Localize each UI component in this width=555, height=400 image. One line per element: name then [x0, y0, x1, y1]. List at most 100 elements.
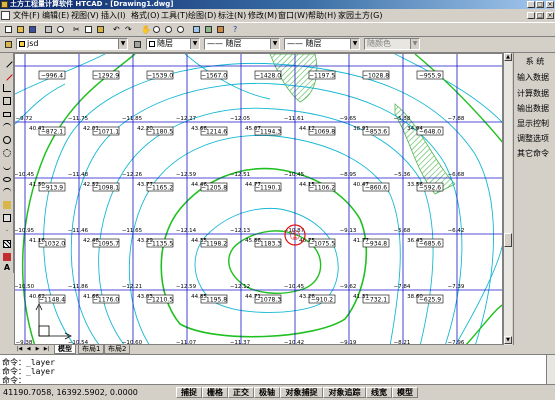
tool-palette-icon[interactable] — [215, 24, 226, 35]
tab-layout2[interactable]: 布局2 — [104, 345, 131, 354]
toggle-model[interactable]: 模型 — [392, 387, 418, 398]
chevron-down-icon: ▼ — [190, 39, 199, 49]
layer-manager-icon[interactable] — [3, 39, 14, 50]
save-icon[interactable] — [27, 24, 38, 35]
new-icon[interactable] — [3, 24, 14, 35]
tab-first-icon[interactable]: |◀ — [16, 346, 23, 353]
zoom-window-icon[interactable] — [163, 24, 174, 35]
point-height-label: −11.65 — [122, 228, 143, 234]
menu-file[interactable]: 文件(F) — [13, 10, 40, 21]
panel-adjust-options[interactable]: 调整选项 — [517, 133, 549, 144]
mtext-icon[interactable]: A — [2, 263, 12, 273]
lineweight-combo[interactable]: —— 随层 ▼ — [284, 38, 360, 50]
panel-calc-data[interactable]: 计算数据 — [517, 88, 549, 99]
line-icon[interactable] — [1, 56, 13, 68]
circle-icon[interactable] — [2, 135, 12, 145]
pan-icon[interactable]: ✋ — [139, 24, 151, 35]
toggle-snap[interactable]: 捕捉 — [176, 387, 202, 398]
doc-restore-button[interactable]: □ — [536, 12, 544, 19]
close-button[interactable]: × — [546, 1, 554, 8]
panel-other-commands[interactable]: 其它命令 — [517, 148, 549, 159]
region-icon[interactable] — [2, 252, 12, 262]
tab-layout1[interactable]: 布局1 — [78, 345, 105, 354]
insert-block-icon[interactable] — [2, 200, 12, 210]
menu-draw[interactable]: 绘图(D) — [188, 10, 216, 21]
properties-icon[interactable] — [191, 24, 202, 35]
menu-help[interactable]: 帮助(H) — [308, 10, 336, 21]
title-bar: 土方工程量计算软件 HTCAD - [Drawing1.dwg] _ □ × — [0, 0, 555, 9]
zoom-previous-icon[interactable] — [175, 24, 186, 35]
make-block-icon[interactable] — [2, 213, 12, 223]
toggle-polar[interactable]: 极轴 — [254, 387, 280, 398]
toggle-otrack[interactable]: 对象追踪 — [323, 387, 366, 398]
elevation-label: 40.47 — [353, 182, 369, 188]
polyline-icon[interactable] — [2, 83, 12, 93]
point-icon[interactable]: · — [2, 226, 12, 236]
doc-minimize-button[interactable]: _ — [527, 12, 535, 19]
polygon-icon[interactable] — [2, 96, 12, 106]
tab-next-icon[interactable]: ▶ — [34, 346, 41, 353]
maximize-button[interactable]: □ — [536, 1, 544, 8]
vertical-scrollbar[interactable]: ▲ ▼ — [503, 53, 512, 345]
command-scrollbar[interactable] — [546, 355, 555, 384]
arc-icon[interactable] — [2, 122, 12, 132]
hatch-icon[interactable] — [2, 239, 12, 249]
menu-modify[interactable]: 修改(M) — [248, 10, 277, 21]
menu-dimension[interactable]: 标注(N) — [218, 10, 246, 21]
layer-combo[interactable]: jsd ▼ — [16, 38, 128, 50]
cut-icon[interactable]: ✂ — [71, 24, 82, 35]
ellipse-arc-icon[interactable] — [2, 187, 12, 197]
revision-cloud-icon[interactable] — [2, 148, 12, 158]
ellipse-icon[interactable] — [2, 174, 12, 184]
drawing-canvas[interactable]: −996.4 −1292.9 −1539.0 −1567.0 −1428.0 −1197.… — [14, 53, 503, 345]
zoom-realtime-icon[interactable] — [151, 24, 162, 35]
document-icon[interactable] — [1, 11, 10, 20]
elevation-label: 44.35 — [191, 238, 207, 244]
scroll-down-icon[interactable]: ▼ — [504, 336, 512, 344]
color-combo[interactable]: 随层 ▼ — [146, 38, 200, 50]
toggle-lineweight[interactable]: 线宽 — [366, 387, 392, 398]
copy-icon[interactable] — [83, 24, 94, 35]
point-height-label: −12.59 — [176, 172, 197, 178]
panel-input-data[interactable]: 输入数据 — [517, 72, 549, 83]
construction-line-icon[interactable] — [1, 69, 13, 81]
print-icon[interactable] — [43, 24, 54, 35]
toggle-ortho[interactable]: 正交 — [228, 387, 254, 398]
menu-format[interactable]: 格式(O) — [131, 10, 160, 21]
scroll-thumb[interactable] — [504, 233, 512, 247]
spline-icon[interactable] — [2, 161, 12, 171]
make-current-layer-icon[interactable] — [132, 39, 143, 50]
tab-model[interactable]: 模型 — [54, 345, 76, 354]
menu-earthwork[interactable]: 家园土方(G) — [338, 10, 382, 21]
doc-close-button[interactable]: × — [546, 12, 554, 19]
open-icon[interactable] — [15, 24, 26, 35]
panel-output-data[interactable]: 输出数据 — [517, 103, 549, 114]
redo-icon[interactable]: ↷ — [123, 24, 134, 35]
toggle-grid[interactable]: 栅格 — [202, 387, 228, 398]
tab-prev-icon[interactable]: ◀ — [25, 346, 32, 353]
paste-icon[interactable] — [95, 24, 106, 35]
menu-tools[interactable]: 工具(T) — [161, 10, 188, 21]
linetype-combo[interactable]: —— 随层 ▼ — [204, 38, 280, 50]
toggle-osnap[interactable]: 对象捕捉 — [280, 387, 323, 398]
design-center-icon[interactable] — [203, 24, 214, 35]
undo-icon[interactable]: ↶ — [111, 24, 122, 35]
help-icon[interactable]: ? — [231, 24, 242, 35]
menu-edit[interactable]: 编辑(E) — [42, 10, 69, 21]
menu-window[interactable]: 窗口(W) — [278, 10, 308, 21]
plotstyle-combo[interactable]: 随颜色 ▼ — [364, 38, 420, 50]
menu-view[interactable]: 视图(V) — [71, 10, 99, 21]
menu-insert[interactable]: 插入(I) — [101, 10, 126, 21]
rectangle-icon[interactable] — [2, 109, 12, 119]
contour-line — [98, 107, 434, 344]
cut-value: −1197.5 — [309, 73, 335, 80]
layer-lightbulb-icon — [19, 40, 25, 47]
cut-value: −955.9 — [419, 73, 441, 80]
scroll-up-icon[interactable]: ▲ — [504, 53, 512, 61]
tab-last-icon[interactable]: ▶| — [43, 346, 50, 353]
command-window[interactable]: 命令：_layer 命令：_layer 命令： — [0, 354, 555, 385]
panel-display-control[interactable]: 显示控制 — [517, 118, 549, 129]
minimize-button[interactable]: _ — [527, 1, 535, 8]
preview-icon[interactable] — [55, 24, 66, 35]
drawing-svg[interactable]: −996.4 −1292.9 −1539.0 −1567.0 −1428.0 −1197.… — [15, 54, 503, 345]
